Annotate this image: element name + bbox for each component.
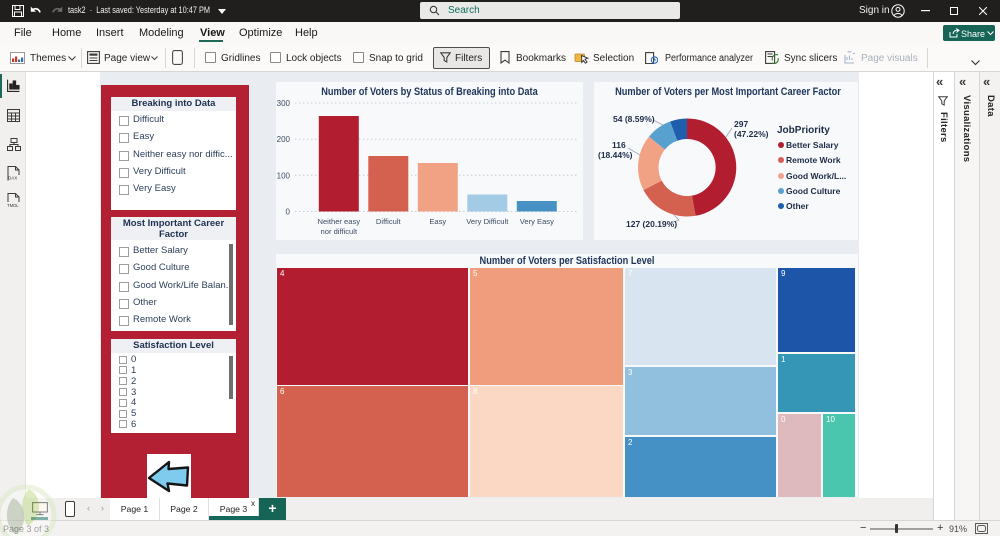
svg-text:Easy: Easy <box>429 217 446 226</box>
svg-text:Good Work/L...: Good Work/L... <box>786 171 846 181</box>
svg-text:54 (8.59%): 54 (8.59%) <box>613 114 655 124</box>
svg-text:300: 300 <box>277 100 291 108</box>
svg-text:Very Easy: Very Easy <box>520 217 554 226</box>
svg-text:JobPriority: JobPriority <box>777 125 830 136</box>
svg-text:Good Culture: Good Culture <box>786 186 841 196</box>
svg-text:(18.44%): (18.44%) <box>598 150 633 160</box>
svg-text:Other: Other <box>786 201 809 211</box>
svg-text:116: 116 <box>612 140 626 150</box>
svg-text:0: 0 <box>286 208 291 217</box>
svg-text:TMDL: TMDL <box>7 203 19 208</box>
svg-text:DAX: DAX <box>8 176 17 181</box>
svg-text:Difficult: Difficult <box>376 217 402 226</box>
svg-text:100: 100 <box>277 171 291 180</box>
svg-text:(47.22%): (47.22%) <box>734 129 769 139</box>
svg-text:Very Difficult: Very Difficult <box>466 217 509 226</box>
svg-text:Remote Work: Remote Work <box>786 155 841 165</box>
svg-text:297: 297 <box>734 119 748 129</box>
svg-text:Better Salary: Better Salary <box>786 140 839 150</box>
svg-text:nor difficult: nor difficult <box>321 227 358 236</box>
svg-text:Neither easy: Neither easy <box>317 217 360 226</box>
svg-text:127 (20.19%): 127 (20.19%) <box>626 219 677 229</box>
svg-text:200: 200 <box>277 135 291 144</box>
